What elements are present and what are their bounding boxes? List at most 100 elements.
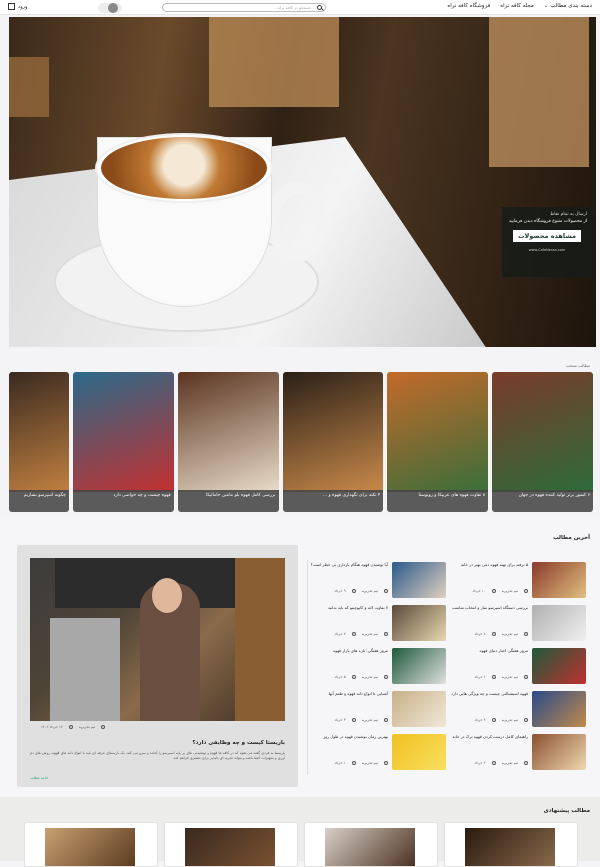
read-more-link[interactable]: ادامه مطلب <box>30 776 48 780</box>
featured-card[interactable]: ۶ کشور برتر تولید کننده قهوه در جهان <box>492 372 593 512</box>
hero-light <box>9 57 49 117</box>
theme-toggle[interactable] <box>98 3 122 13</box>
suggested-card[interactable] <box>164 822 298 867</box>
featured-card[interactable]: چگونه اسپرسو بسازیم <box>8 372 69 512</box>
latest-item[interactable]: ۷ تفاوت لاته و کاپوچینو که باید بدانید تی… <box>310 605 446 643</box>
featured-card-caption[interactable]: چگونه اسپرسو بسازیم <box>8 490 69 512</box>
featured-card[interactable]: قهوه چیست و چه خواصی دارد <box>72 372 174 512</box>
featured-card-caption[interactable]: قهوه چیست و چه خواصی دارد <box>72 490 174 512</box>
featured-card-image[interactable] <box>72 372 174 492</box>
featured-card-image[interactable] <box>282 372 384 492</box>
latest-item[interactable]: ۵ ترفند برای تهیه قهوه دمی بهتر در خانه ت… <box>450 562 586 600</box>
latest-item-thumb[interactable] <box>392 648 446 684</box>
feature-date: ۱۲ خرداد ۱۴۰۲ <box>41 725 63 729</box>
latest-item-date: ۲ خرداد <box>474 761 486 765</box>
latest-item-title[interactable]: مرور هفتگی: تازه های بازار قهوه <box>310 648 388 654</box>
featured-card-caption[interactable]: ۴ نکته برای نگهداری قهوه و ... <box>282 490 384 512</box>
latest-item-thumb[interactable] <box>532 605 586 641</box>
latest-item-author: تیم تحریریه <box>501 718 518 722</box>
latest-item-author: تیم تحریریه <box>361 718 378 722</box>
latest-item-meta: تیم تحریریه ۱۰ خرداد <box>473 589 528 593</box>
promo-box: ارسال به تمام نقاط از محصولات متنوع فروش… <box>502 207 592 277</box>
latest-item-title[interactable]: مرور هفتگی اخبار دنیای قهوه <box>450 648 529 654</box>
featured-card-image[interactable] <box>177 372 279 492</box>
latest-item-thumb[interactable] <box>532 648 586 684</box>
featured-card-caption[interactable]: ۶ کشور برتر تولید کننده قهوه در جهان <box>492 490 593 512</box>
nav-categories[interactable]: دسته بندی مطالب ⌄ <box>544 3 592 9</box>
feature-author: تیم تحریریه <box>78 725 96 729</box>
featured-card-image[interactable] <box>8 372 69 492</box>
toggle-knob-icon <box>108 3 118 13</box>
latest-item-meta: تیم تحریریه ۹ خرداد <box>334 589 388 593</box>
latest-item-thumb[interactable] <box>392 691 446 727</box>
latest-item-meta: تیم تحریریه ۵ خرداد <box>334 675 388 679</box>
latest-title: آخرین مطالب <box>553 535 590 541</box>
latest-item-title[interactable]: راهنمای کامل درست کردن قهوه ترک در خانه <box>450 734 528 740</box>
search-input[interactable]: جستجو در کافه نراه... <box>162 3 326 12</box>
latest-item-meta: تیم تحریریه ۳ خرداد <box>334 718 388 722</box>
latest-item-author: تیم تحریریه <box>361 675 378 679</box>
latest-item-thumb[interactable] <box>532 691 586 727</box>
feature-excerpt: باریستا به فردی گفته می شود که در کافه ه… <box>30 751 285 760</box>
latest-item-title[interactable]: آیا نوشیدن قهوه هنگام بارداری بی خطر است… <box>310 562 388 568</box>
clock-icon <box>351 675 356 679</box>
login-button[interactable]: ورود <box>8 3 27 10</box>
latest-item-author: تیم تحریریه <box>361 761 378 765</box>
latest-item-date: ۵ خرداد <box>334 675 346 679</box>
latest-item[interactable]: آشنایی با انواع دانه قهوه و طعم آنها تیم … <box>310 691 446 729</box>
user-icon <box>524 632 528 636</box>
latest-item-date: ۸ خرداد <box>474 632 486 636</box>
clock-icon <box>491 632 496 636</box>
suggested-card-image[interactable] <box>465 828 555 866</box>
latest-item-date: ۹ خرداد <box>334 589 346 593</box>
login-icon <box>8 3 15 10</box>
latest-item-date: ۷ خرداد <box>334 632 346 636</box>
latest-item-thumb[interactable] <box>532 562 586 598</box>
feature-image[interactable] <box>30 558 285 721</box>
suggested-card[interactable] <box>304 822 438 867</box>
latest-item-thumb[interactable] <box>392 605 446 641</box>
feature-post[interactable]: تیم تحریریه ۱۲ خرداد ۱۴۰۲ باریستا کیست و… <box>17 545 298 787</box>
latest-item-title[interactable]: بهترین زمان نوشیدن قهوه در طول روز <box>310 734 388 740</box>
promo-url: www.CafeNeraa.com <box>528 248 566 252</box>
user-icon <box>101 725 106 729</box>
espresso-machine <box>50 618 120 721</box>
latest-item[interactable]: بهترین زمان نوشیدن قهوه در طول روز تیم تح… <box>310 734 446 772</box>
search-icon[interactable] <box>317 5 322 10</box>
suggested-card[interactable] <box>444 822 578 867</box>
nav-magazine[interactable]: مجله کافه نراه <box>500 3 534 9</box>
featured-card-caption[interactable]: ۸ تفاوت قهوه های عربیکا و روبوستا <box>387 490 489 512</box>
latest-item-title[interactable]: قهوه اسپشیالتی چیست و چه ویژگی هایی دارد <box>450 691 528 697</box>
user-icon <box>524 589 528 593</box>
latest-item[interactable]: آیا نوشیدن قهوه هنگام بارداری بی خطر است… <box>310 562 446 600</box>
latest-item[interactable]: مرور هفتگی اخبار دنیای قهوه تیم تحریریه ۶ … <box>450 648 586 686</box>
suggested-card-image[interactable] <box>185 828 275 866</box>
latest-item[interactable]: بررسی دستگاه اسپرسو ساز و انتخاب مناسب تی… <box>450 605 586 643</box>
latest-item-thumb[interactable] <box>392 734 446 770</box>
featured-card[interactable]: ۴ نکته برای نگهداری قهوه و ... <box>282 372 384 512</box>
barista-face <box>152 578 182 613</box>
nav-shop[interactable]: فروشگاه کافه نراه <box>447 3 490 9</box>
latest-item-thumb[interactable] <box>532 734 586 770</box>
nav-categories-label: دسته بندی مطالب <box>550 3 592 9</box>
latest-item[interactable]: قهوه اسپشیالتی چیست و چه ویژگی هایی دارد… <box>450 691 586 729</box>
suggested-card-image[interactable] <box>325 828 415 866</box>
latest-item-title[interactable]: بررسی دستگاه اسپرسو ساز و انتخاب مناسب <box>450 605 528 611</box>
featured-card-image[interactable] <box>492 372 593 492</box>
latest-item-thumb[interactable] <box>392 562 446 598</box>
latest-item[interactable]: راهنمای کامل درست کردن قهوه ترک در خانه ت… <box>450 734 586 772</box>
latest-item-title[interactable]: آشنایی با انواع دانه قهوه و طعم آنها <box>310 691 388 697</box>
latest-item-date: ۱۰ خرداد <box>472 589 486 593</box>
latest-item-title[interactable]: ۵ ترفند برای تهیه قهوه دمی بهتر در خانه <box>450 562 528 568</box>
latest-item[interactable]: مرور هفتگی: تازه های بازار قهوه تیم تحریر… <box>310 648 446 686</box>
view-products-button[interactable]: مشاهده محصولات <box>512 230 581 242</box>
featured-card[interactable]: ۸ تفاوت قهوه های عربیکا و روبوستا <box>387 372 489 512</box>
featured-card[interactable]: بررسی کامل قهوه بلو مانتین جامائیکا <box>177 372 279 512</box>
suggested-card[interactable] <box>24 822 158 867</box>
feature-title[interactable]: باریستا کیست و چه وظایفی دارد؟ <box>192 740 285 746</box>
featured-card-caption[interactable]: بررسی کامل قهوه بلو مانتین جامائیکا <box>177 490 279 512</box>
featured-card-image[interactable] <box>387 372 489 492</box>
suggested-card-image[interactable] <box>45 828 135 866</box>
latest-item-meta: تیم تحریریه ۱ خرداد <box>334 761 388 765</box>
latest-item-title[interactable]: ۷ تفاوت لاته و کاپوچینو که باید بدانید <box>310 605 388 611</box>
